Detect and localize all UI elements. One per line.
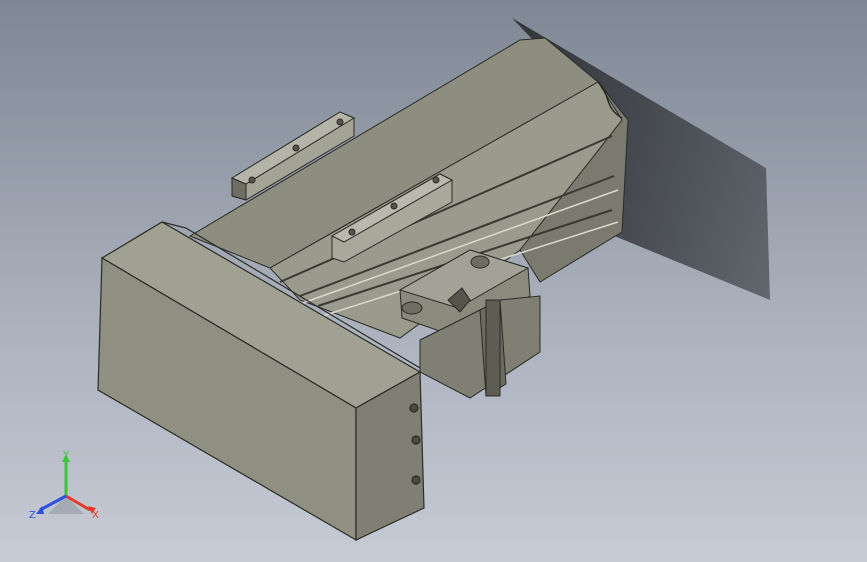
orientation-triad[interactable]: Y X Z [26, 448, 106, 528]
x-axis-label: X [92, 510, 99, 521]
y-axis-label: Y [62, 450, 70, 461]
graphics-viewport[interactable]: Y X Z [0, 0, 867, 562]
z-axis-label: Z [29, 510, 36, 521]
cad-model[interactable] [0, 0, 867, 562]
